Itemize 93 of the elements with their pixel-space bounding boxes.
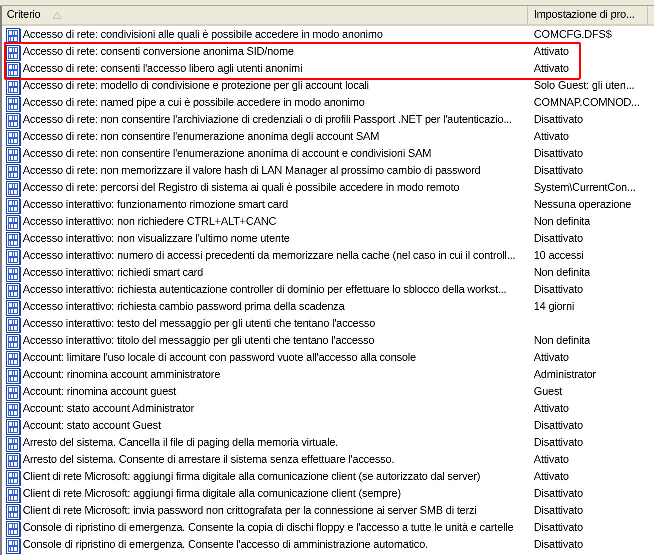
- policy-setting: Disattivato: [534, 539, 584, 552]
- policy-name: Client di rete Microsoft: invia password non crittografata per la connessione ai server SMB di terzi: [23, 504, 477, 520]
- policy-name: Accesso interattivo: richiesta autenticazione controller di dominio per effettuare lo sblocco della workst...: [23, 283, 507, 298]
- policy-name: Client di rete Microsoft: aggiungi firma digitale alla comunicazione client (se autorizzato dal server): [23, 470, 481, 486]
- policy-name: Accesso di rete: consenti l'accesso libero agli utenti anonimi: [23, 62, 303, 78]
- policy-setting: Nessuna operazione: [534, 199, 632, 212]
- policy-name: Accesso interattivo: non richiedere CTRL+ALT+CANC: [23, 215, 276, 230]
- policy-name: Accesso di rete: percorsi del Registro di sistema ai quali è possibile accedere in modo remoto: [23, 181, 460, 196]
- binary-policy-icon: [6, 112, 22, 128]
- policy-name: Arresto del sistema. Consente di arrestare il sistema senza effettuare l'accesso.: [23, 453, 394, 468]
- binary-policy-icon: [6, 300, 22, 316]
- policy-setting: Solo Guest: gli uten...: [534, 80, 635, 92]
- binary-policy-icon: [6, 214, 22, 230]
- policy-name: Accesso di rete: non memorizzare il valore hash di LAN Manager al prossimo cambio di password: [23, 164, 481, 180]
- binary-policy-icon: [6, 384, 22, 400]
- policy-setting: Disattivato: [534, 165, 584, 178]
- binary-policy-icon: [6, 248, 22, 264]
- policy-setting: Non definita: [534, 216, 590, 228]
- policy-name: Console di ripristino di emergenza. Consente l'accesso di amministrazione automatico.: [23, 538, 428, 554]
- policy-setting: System\CurrentCon...: [534, 182, 636, 194]
- policy-name: Accesso di rete: non consentire l'enumerazione anonima degli account SAM: [23, 130, 380, 146]
- policy-setting: COMNAP,COMNOD...: [534, 97, 640, 110]
- policy-setting: Disattivato: [534, 420, 584, 432]
- policy-setting: Disattivato: [534, 233, 584, 246]
- policy-setting: Attivato: [534, 131, 570, 144]
- policy-setting: Guest: [534, 386, 562, 398]
- binary-policy-icon: [6, 350, 22, 366]
- binary-policy-icon: [6, 504, 22, 520]
- policy-name: Client di rete Microsoft: aggiungi firma digitale alla comunicazione client (sempre): [23, 487, 402, 502]
- binary-policy-icon: [6, 470, 22, 486]
- policy-setting: Administrator: [534, 369, 596, 382]
- binary-policy-icon: [6, 180, 22, 196]
- binary-policy-icon: [6, 146, 22, 162]
- column-header[interactable]: Criterio: [2, 6, 528, 24]
- policy-name: Arresto del sistema. Cancella il file di paging della memoria virtuale.: [23, 436, 338, 452]
- policy-name: Account: limitare l'uso locale di account con password vuote all'accesso alla console: [23, 351, 416, 366]
- policy-name: Accesso interattivo: richiesta cambio password prima della scadenza: [23, 300, 345, 316]
- policy-setting: Disattivato: [534, 284, 584, 296]
- policy-name: Accesso interattivo: funzionamento rimozione smart card: [23, 198, 288, 214]
- binary-policy-icon: [6, 486, 22, 502]
- binary-policy-icon: [6, 266, 22, 282]
- binary-policy-icon: [6, 164, 22, 180]
- policy-name: Account: stato account Guest: [23, 419, 162, 434]
- policy-setting: Attivato: [534, 63, 570, 76]
- binary-policy-icon: [6, 452, 22, 468]
- policy-name: Accesso di rete: condivisioni alle quali è possibile accedere in modo anonimo: [23, 28, 384, 44]
- policy-setting: Disattivato: [534, 505, 584, 518]
- policy-setting: Non definita: [534, 335, 590, 348]
- binary-policy-icon: [6, 232, 22, 248]
- policy-setting: COMCFG,DFS$: [534, 29, 612, 42]
- binary-policy-icon: [6, 334, 22, 350]
- binary-policy-icon: [6, 44, 22, 60]
- policy-setting: Non definita: [534, 267, 590, 280]
- policy-name: Accesso di rete: named pipe a cui è possibile accedere in modo anonimo: [23, 96, 365, 112]
- policy-setting: 14 giorni: [534, 301, 574, 314]
- binary-policy-icon: [6, 96, 22, 112]
- policy-name: Accesso interattivo: richiedi smart card: [23, 266, 204, 282]
- binary-policy-icon: [6, 368, 22, 384]
- policy-setting: Attivato: [534, 403, 570, 416]
- binary-policy-icon: [6, 282, 22, 298]
- policy-name: Accesso interattivo: numero di accessi precedenti da memorizzare nella cache (nel caso in cui il controll...: [23, 249, 516, 264]
- binary-policy-icon: [6, 402, 22, 418]
- binary-policy-icon: [6, 62, 22, 78]
- policy-name: Accesso interattivo: non visualizzare l'ultimo nome utente: [23, 232, 290, 248]
- policy-setting: Attivato: [534, 471, 570, 484]
- policy-name: Console di ripristino di emergenza. Consente la copia di dischi floppy e l'accesso a tutte le unità e cartelle: [23, 521, 514, 536]
- policy-setting: 10 accessi: [534, 250, 584, 262]
- policy-name: Account: stato account Administrator: [23, 402, 194, 418]
- policy-setting: Disattivato: [534, 522, 584, 534]
- column-header[interactable]: Impostazione di pro...: [528, 6, 648, 24]
- binary-policy-icon: [6, 78, 22, 94]
- binary-policy-icon: [6, 436, 22, 452]
- policy-setting: Disattivato: [534, 114, 584, 126]
- policy-name: Accesso di rete: non consentire l'enumerazione anonima di account e condivisioni SAM: [23, 147, 432, 162]
- binary-policy-icon: [6, 130, 22, 146]
- binary-policy-icon: [6, 316, 22, 332]
- policy-name: Account: rinomina account amministratore: [23, 368, 220, 384]
- policy-name: Accesso interattivo: titolo del messaggio per gli utenti che tentano l'accesso: [23, 334, 375, 350]
- policy-setting: Disattivato: [534, 488, 584, 500]
- binary-policy-icon: [6, 418, 22, 434]
- binary-policy-icon: [6, 520, 22, 536]
- policy-name: Accesso di rete: non consentire l'archiviazione di credenziali o di profili Passport .NET per l'autenticazio...: [23, 113, 512, 128]
- policy-setting: Disattivato: [534, 148, 584, 160]
- policy-name: Accesso di rete: modello di condivisione e protezione per gli account locali: [23, 79, 370, 94]
- policy-name: Accesso interattivo: testo del messaggio per gli utenti che tentano l'accesso: [23, 317, 376, 332]
- policy-setting: Disattivato: [534, 437, 584, 450]
- policy-setting: Attivato: [534, 352, 570, 364]
- policy-setting: Attivato: [534, 46, 570, 58]
- policy-name: Accesso di rete: consenti conversione anonima SID/nome: [23, 45, 294, 60]
- policy-setting: Attivato: [534, 454, 570, 466]
- binary-policy-icon: [6, 28, 22, 44]
- policy-name: Account: rinomina account guest: [23, 385, 176, 400]
- binary-policy-icon: [6, 198, 22, 214]
